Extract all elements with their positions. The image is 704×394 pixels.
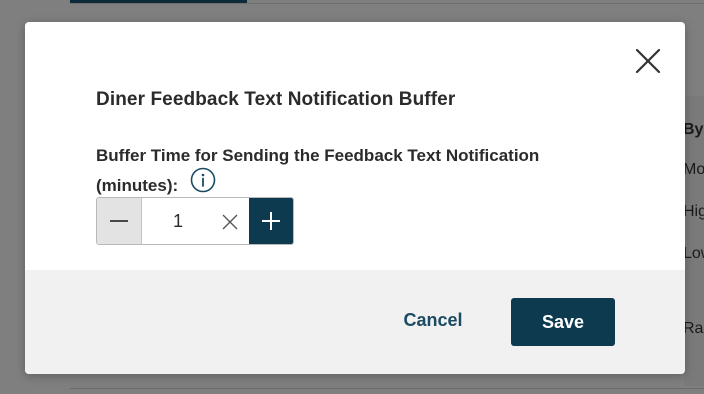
background-text: Low xyxy=(683,245,704,262)
info-button[interactable] xyxy=(190,167,216,193)
background-divider xyxy=(70,3,704,4)
buffer-time-stepper xyxy=(96,197,294,245)
decrement-button[interactable] xyxy=(97,198,142,244)
background-divider xyxy=(70,388,704,389)
background-text: Mo xyxy=(683,161,704,178)
buffer-time-label: Buffer Time for Sending the Feedback Tex… xyxy=(96,146,540,195)
feedback-buffer-dialog: Diner Feedback Text Notification Buffer … xyxy=(25,22,685,374)
info-icon xyxy=(190,167,216,193)
background-card xyxy=(684,96,704,386)
dialog-title: Diner Feedback Text Notification Buffer xyxy=(96,89,456,110)
stepper-value-wrapper xyxy=(142,198,249,244)
plus-icon xyxy=(262,212,280,230)
dialog-footer: Cancel Save xyxy=(25,270,685,374)
close-icon xyxy=(635,48,661,74)
save-button[interactable]: Save xyxy=(511,298,615,346)
clear-button[interactable] xyxy=(220,212,240,232)
increment-button[interactable] xyxy=(249,198,293,244)
minus-icon xyxy=(110,220,128,222)
buffer-time-input[interactable] xyxy=(142,198,214,244)
background-text: Ra xyxy=(683,320,704,337)
close-button[interactable] xyxy=(633,46,663,76)
background-text: Hig xyxy=(683,203,704,220)
clear-icon xyxy=(222,214,238,230)
background-text: By xyxy=(683,121,704,138)
cancel-button[interactable]: Cancel xyxy=(383,308,483,332)
